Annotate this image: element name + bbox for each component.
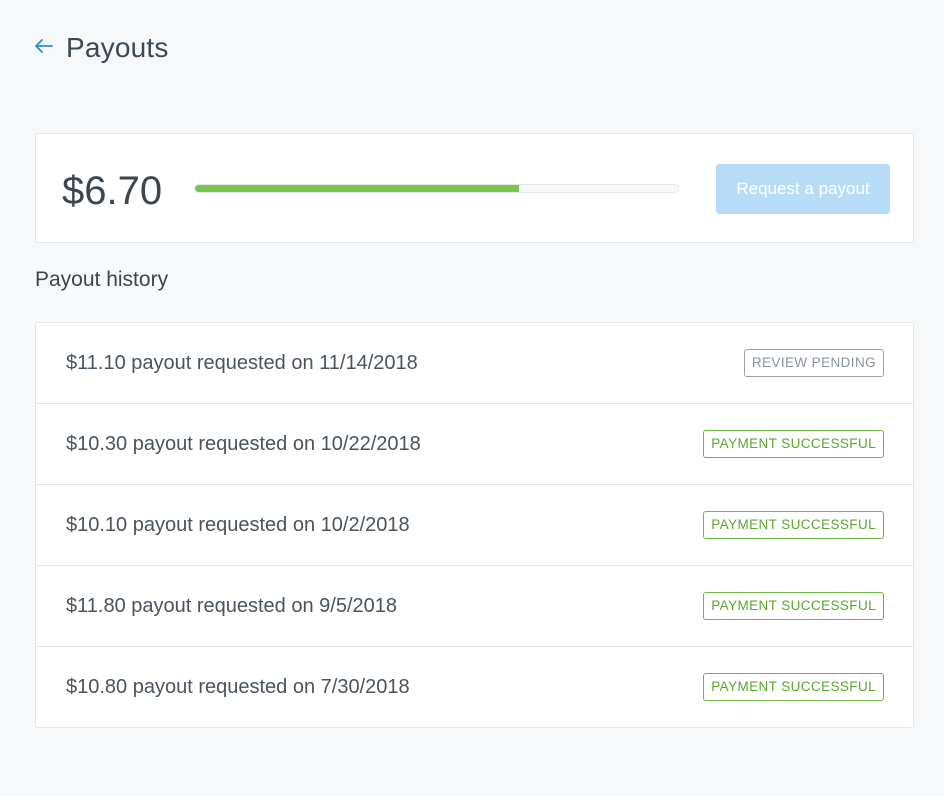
payout-history-list: $11.10 payout requested on 11/14/2018 RE… xyxy=(35,322,914,728)
payout-description: $11.10 payout requested on 11/14/2018 xyxy=(66,351,418,374)
status-badge: PAYMENT SUCCESSFUL xyxy=(703,511,884,539)
payout-history-row: $10.30 payout requested on 10/22/2018 PA… xyxy=(36,404,913,485)
status-badge: REVIEW PENDING xyxy=(743,349,884,377)
request-payout-button[interactable]: Request a payout xyxy=(716,164,890,214)
arrow-left-icon[interactable] xyxy=(34,36,54,56)
status-badge: PAYMENT SUCCESSFUL xyxy=(703,673,884,701)
payout-description: $10.80 payout requested on 7/30/2018 xyxy=(66,675,410,698)
page-title: Payouts xyxy=(66,32,169,63)
payout-progress-fill xyxy=(195,185,519,192)
payout-history-row: $10.10 payout requested on 10/2/2018 PAY… xyxy=(36,485,913,566)
status-badge: PAYMENT SUCCESSFUL xyxy=(703,592,884,620)
payout-history-title: Payout history xyxy=(35,268,169,291)
payout-description: $10.30 payout requested on 10/22/2018 xyxy=(66,432,421,455)
payout-history-row: $10.80 payout requested on 7/30/2018 PAY… xyxy=(36,647,913,727)
balance-amount: $6.70 xyxy=(62,169,163,213)
balance-card: $6.70 Request a payout xyxy=(35,133,914,243)
payout-progress-bar xyxy=(194,184,679,193)
payout-history-row: $11.10 payout requested on 11/14/2018 RE… xyxy=(36,323,913,404)
status-badge: PAYMENT SUCCESSFUL xyxy=(703,430,884,458)
payout-description: $10.10 payout requested on 10/2/2018 xyxy=(66,513,410,536)
payout-history-row: $11.80 payout requested on 9/5/2018 PAYM… xyxy=(36,566,913,647)
page-header: Payouts xyxy=(34,26,169,70)
payout-description: $11.80 payout requested on 9/5/2018 xyxy=(66,594,398,617)
